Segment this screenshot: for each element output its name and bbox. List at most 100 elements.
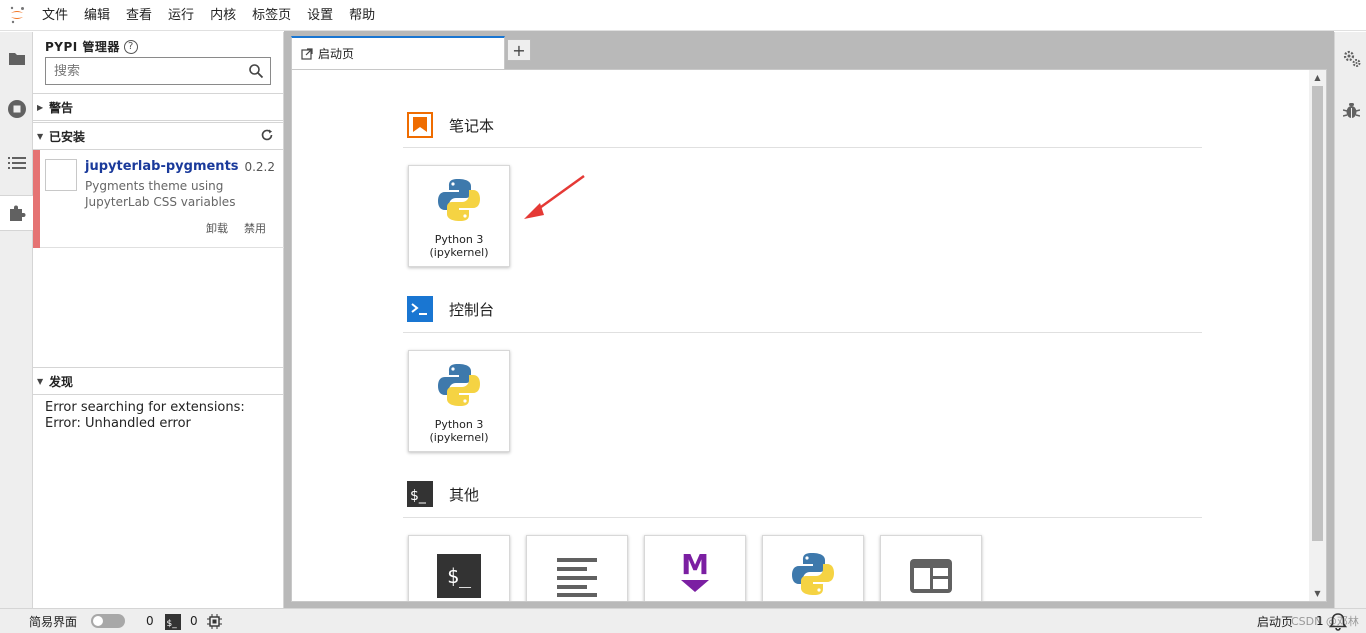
card-label: Python 3 (ipykernel): [409, 233, 509, 259]
annotation-arrow-icon: [524, 174, 585, 219]
section-divider: [403, 517, 1202, 518]
tab-label: 启动页: [318, 47, 355, 61]
section-divider: [403, 147, 1202, 148]
tab-launcher[interactable]: 启动页: [291, 36, 505, 69]
extension-thumbnail: [45, 159, 77, 191]
terminals-count[interactable]: 0: [146, 614, 154, 628]
disable-button[interactable]: 禁用: [244, 220, 266, 236]
active-tab-label: 启动页: [1257, 614, 1294, 629]
card-label: Python 3 (ipykernel): [409, 418, 509, 444]
card-label-line2: (ipykernel): [429, 246, 489, 259]
notebook-section-title: 笔记本: [407, 112, 494, 138]
terminal-status-icon: $_: [165, 614, 181, 630]
menu-run[interactable]: 运行: [160, 0, 202, 31]
jupyter-logo-icon: [0, 0, 34, 31]
terminal-glyph: $_: [437, 554, 481, 598]
card-label-line1: Python 3: [434, 233, 484, 246]
panel-title-text: PYPI 管理器: [45, 40, 120, 54]
extension-version: 0.2.2: [244, 160, 275, 174]
notebook-icon: [407, 112, 433, 138]
caret-down-icon: ▼: [37, 376, 44, 386]
other-section-title: $_ 其他: [407, 481, 479, 507]
folder-icon: [8, 52, 25, 65]
warnings-section-header[interactable]: ▶ 警告: [33, 93, 284, 121]
svg-text:$_: $_: [167, 619, 178, 629]
new-launcher-button[interactable]: +: [507, 39, 531, 61]
menu-view[interactable]: 查看: [118, 0, 160, 31]
list-item: jupyterlab-pygments 0.2.2 Pygments theme…: [33, 150, 284, 248]
text-file-icon: [527, 548, 627, 601]
console-section-label: 控制台: [449, 300, 495, 319]
markdown-glyph: M: [681, 548, 709, 581]
notebook-python3-card[interactable]: Python 3 (ipykernel): [408, 165, 510, 267]
menu-help[interactable]: 帮助: [341, 0, 383, 31]
kernels-count[interactable]: 0: [190, 614, 198, 628]
extension-name-link[interactable]: jupyterlab-pygments: [85, 159, 239, 174]
menu-tabs[interactable]: 标签页: [244, 0, 299, 31]
card-label-line2: (ipykernel): [429, 431, 489, 444]
text-file-card[interactable]: [526, 535, 628, 601]
menu-edit[interactable]: 编辑: [76, 0, 118, 31]
discover-section-header[interactable]: ▼ 发现: [33, 367, 284, 395]
main-dock-area: 启动页 + 笔记本 Python 3 (ipykernel) 控制台 Pytho…: [284, 31, 1334, 608]
menubar: 文件 编辑 查看 运行 内核 标签页 设置 帮助: [0, 0, 1366, 31]
other-section-label: 其他: [449, 485, 480, 504]
terminal-icon: $_: [409, 548, 509, 601]
notebook-section-label: 笔记本: [449, 116, 495, 135]
bug-icon: [1342, 103, 1361, 118]
notification-bell-icon[interactable]: [1329, 612, 1347, 631]
extension-manager-panel: PYPI 管理器 ? ▶ 警告 ▼ 已安装 jupyterlab-pygment…: [33, 32, 284, 608]
search-box: [45, 57, 271, 85]
extension-description: Pygments theme using JupyterLab CSS vari…: [85, 179, 236, 209]
table-of-contents-tab[interactable]: [0, 145, 33, 181]
python-file-card[interactable]: [762, 535, 864, 601]
simple-mode-toggle[interactable]: [91, 614, 125, 628]
caret-right-icon: ▶: [37, 102, 44, 112]
running-kernels-tab[interactable]: [0, 91, 33, 127]
property-inspector-button[interactable]: [1342, 49, 1362, 73]
menu-settings[interactable]: 设置: [299, 0, 341, 31]
card-label-line1: Python 3: [434, 418, 484, 431]
gears-icon: [1343, 50, 1361, 67]
refresh-icon[interactable]: [260, 128, 274, 142]
contextual-help-icon: [881, 548, 981, 601]
help-icon[interactable]: ?: [123, 39, 138, 54]
launcher-panel: 笔记本 Python 3 (ipykernel) 控制台 Python 3 (i…: [291, 69, 1327, 602]
scroll-down-icon[interactable]: ▼: [1309, 586, 1326, 601]
menu-file[interactable]: 文件: [34, 0, 76, 31]
python-file-icon: [763, 546, 863, 601]
menu-kernel[interactable]: 内核: [202, 0, 244, 31]
extension-icon: [10, 205, 26, 221]
other-terminal-icon: $_: [407, 481, 433, 507]
markdown-arrow: [681, 580, 709, 592]
right-sidebar: [1334, 32, 1366, 608]
launcher-scrollbar[interactable]: ▲ ▼: [1309, 70, 1326, 601]
warnings-label: 警告: [49, 100, 74, 115]
terminal-card[interactable]: $_: [408, 535, 510, 601]
markdown-file-icon: M: [645, 544, 745, 600]
contextual-help-card[interactable]: [880, 535, 982, 601]
search-input[interactable]: [54, 63, 244, 79]
status-bar: 简易界面 0 $_ 0 启动页 CSDN @邓林 1: [0, 608, 1366, 633]
panel-title: PYPI 管理器 ?: [45, 38, 138, 55]
extension-manager-tab[interactable]: [0, 195, 34, 231]
discover-label: 发现: [49, 374, 74, 389]
simple-mode-label: 简易界面: [29, 614, 78, 629]
scrollbar-thumb[interactable]: [1312, 86, 1323, 541]
file-browser-tab[interactable]: [0, 40, 33, 76]
installed-section-header[interactable]: ▼ 已安装: [33, 122, 284, 150]
console-python3-card[interactable]: Python 3 (ipykernel): [408, 350, 510, 452]
running-icon: [7, 100, 26, 118]
markdown-file-card[interactable]: M: [644, 535, 746, 601]
toc-icon: [7, 157, 26, 169]
debugger-button[interactable]: [1342, 102, 1361, 123]
python-logo-icon: [409, 172, 509, 228]
left-activity-bar: [0, 32, 34, 608]
scroll-up-icon[interactable]: ▲: [1309, 70, 1326, 85]
svg-text:$_: $_: [410, 488, 427, 504]
uninstall-button[interactable]: 卸载: [206, 220, 228, 236]
installed-indicator: [33, 150, 40, 248]
search-icon[interactable]: [248, 63, 264, 79]
tab-count: 1: [1316, 614, 1324, 628]
section-divider: [403, 332, 1202, 333]
